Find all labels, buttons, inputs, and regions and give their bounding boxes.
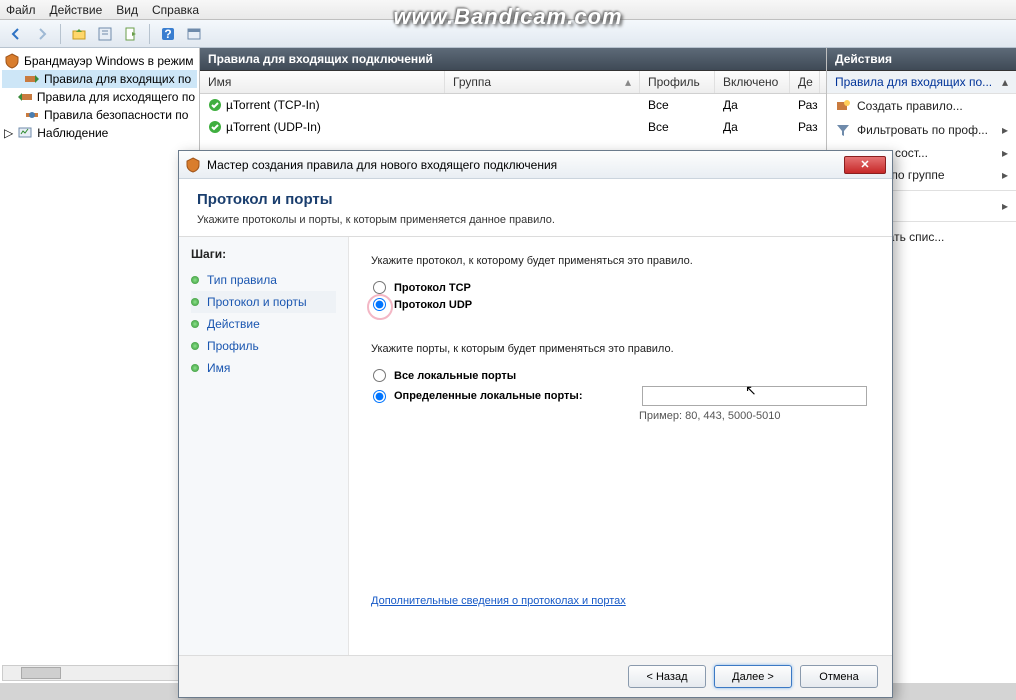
wizard-heading: Протокол и порты (197, 191, 874, 208)
step-rule-type[interactable]: Тип правила (191, 269, 336, 291)
radio-tcp[interactable] (373, 281, 386, 294)
cancel-button[interactable]: Отмена (800, 665, 878, 688)
window-button[interactable] (182, 23, 206, 45)
col-enabled[interactable]: Включено (715, 71, 790, 93)
radio-udp-label: Протокол UDP (394, 299, 472, 311)
wizard-header: Протокол и порты Укажите протоколы и пор… (179, 179, 892, 237)
outbound-rules-icon (17, 89, 33, 105)
firewall-icon (4, 53, 20, 69)
rule-enabled: Да (715, 118, 790, 136)
security-rules-icon (24, 107, 40, 123)
rule-name: µTorrent (UDP-In) (226, 120, 321, 134)
tree-inbound[interactable]: Правила для входящих по (2, 70, 197, 88)
radio-all-ports-label: Все локальные порты (394, 370, 516, 382)
tree-monitoring[interactable]: ▷ Наблюдение (2, 124, 197, 142)
rule-action: Раз (790, 118, 820, 136)
next-button[interactable]: Далее > (714, 665, 792, 688)
back-button[interactable]: < Назад (628, 665, 706, 688)
svg-text:?: ? (164, 27, 171, 41)
tree-outbound-label: Правила для исходящего по (37, 90, 195, 104)
folder-up-button[interactable] (67, 23, 91, 45)
new-rule-icon (835, 98, 851, 114)
col-group[interactable]: Группа ▴ (445, 71, 640, 93)
firewall-icon (185, 157, 201, 173)
table-row[interactable]: µTorrent (UDP-In) Все Да Раз (200, 116, 826, 138)
radio-all-ports-row[interactable]: Все локальные порты (373, 369, 870, 382)
more-info-link[interactable]: Дополнительные сведения о протоколах и п… (371, 595, 626, 607)
radio-specific-ports-row[interactable]: Определенные локальные порты: (373, 386, 870, 406)
export-button[interactable] (119, 23, 143, 45)
steps-label: Шаги: (191, 247, 336, 261)
rule-enabled: Да (715, 96, 790, 114)
step-action[interactable]: Действие (191, 313, 336, 335)
tree-pane: Брандмауэр Windows в режим Правила для в… (0, 48, 200, 683)
rule-group (445, 96, 640, 114)
step-protocol-ports[interactable]: Протокол и порты (191, 291, 336, 313)
filter-icon (835, 122, 851, 138)
menu-view[interactable]: Вид (116, 3, 138, 17)
actions-header: Действия (827, 48, 1016, 71)
tree-root-label: Брандмауэр Windows в режим (24, 54, 194, 68)
rule-profile: Все (640, 118, 715, 136)
radio-tcp-row[interactable]: Протокол TCP (373, 281, 870, 294)
col-name[interactable]: Имя (200, 71, 445, 93)
wizard-steps: Шаги: Тип правила Протокол и порты Дейст… (179, 237, 349, 655)
menu-bar: Файл Действие Вид Справка (0, 0, 1016, 20)
wizard-footer: < Назад Далее > Отмена (179, 655, 892, 697)
table-row[interactable]: µTorrent (TCP-In) Все Да Раз (200, 94, 826, 116)
wizard-title-text: Мастер создания правила для нового входя… (207, 158, 557, 172)
protocol-question: Укажите протокол, к которому будет приме… (371, 255, 870, 267)
nav-forward-button[interactable] (30, 23, 54, 45)
properties-button[interactable] (93, 23, 117, 45)
col-action[interactable]: Де (790, 71, 820, 93)
grid-header: Имя Группа ▴ Профиль Включено Де (200, 71, 826, 94)
radio-specific-ports[interactable] (373, 390, 386, 403)
monitoring-icon (17, 125, 33, 141)
allow-icon (208, 98, 222, 112)
tree-root[interactable]: Брандмауэр Windows в режим (2, 52, 197, 70)
tree-outbound[interactable]: Правила для исходящего по (2, 88, 197, 106)
step-profile[interactable]: Профиль (191, 335, 336, 357)
wizard-content: Укажите протокол, к которому будет приме… (349, 237, 892, 655)
step-name[interactable]: Имя (191, 357, 336, 379)
help-button[interactable]: ? (156, 23, 180, 45)
radio-all-ports[interactable] (373, 369, 386, 382)
ports-example: Пример: 80, 443, 5000-5010 (639, 410, 870, 422)
rule-profile: Все (640, 96, 715, 114)
wizard-subtitle: Укажите протоколы и порты, к которым при… (197, 214, 874, 226)
wizard-titlebar[interactable]: Мастер создания правила для нового входя… (179, 151, 892, 179)
ports-question: Укажите порты, к которым будет применять… (371, 343, 870, 355)
action-label: Фильтровать по проф... (857, 123, 988, 137)
tree-h-scrollbar[interactable] (2, 665, 197, 681)
rules-list-title: Правила для входящих подключений (200, 48, 826, 71)
tree-security[interactable]: Правила безопасности по (2, 106, 197, 124)
tree-inbound-label: Правила для входящих по (44, 72, 191, 86)
nav-back-button[interactable] (4, 23, 28, 45)
ports-input[interactable] (642, 386, 867, 406)
menu-file[interactable]: Файл (6, 3, 36, 17)
radio-udp-row[interactable]: Протокол UDP (373, 298, 870, 311)
actions-group-title[interactable]: Правила для входящих по...▴ (827, 71, 1016, 94)
toolbar: ? (0, 20, 1016, 48)
rule-name: µTorrent (TCP-In) (226, 98, 320, 112)
radio-udp[interactable] (373, 298, 386, 311)
col-profile[interactable]: Профиль (640, 71, 715, 93)
action-filter-profile[interactable]: Фильтровать по проф... ▸ (827, 118, 1016, 142)
tree-security-label: Правила безопасности по (44, 108, 188, 122)
inbound-rules-icon (24, 71, 40, 87)
close-button[interactable]: ✕ (844, 156, 886, 174)
radio-tcp-label: Протокол TCP (394, 282, 471, 294)
menu-action[interactable]: Действие (50, 3, 103, 17)
allow-icon (208, 120, 222, 134)
new-rule-wizard: Мастер создания правила для нового входя… (178, 150, 893, 698)
tree-monitoring-label: Наблюдение (37, 126, 108, 140)
action-label: Создать правило... (857, 99, 963, 113)
radio-specific-ports-label: Определенные локальные порты: (394, 390, 634, 402)
rule-action: Раз (790, 96, 820, 114)
rule-group (445, 118, 640, 136)
menu-help[interactable]: Справка (152, 3, 199, 17)
action-new-rule[interactable]: Создать правило... (827, 94, 1016, 118)
